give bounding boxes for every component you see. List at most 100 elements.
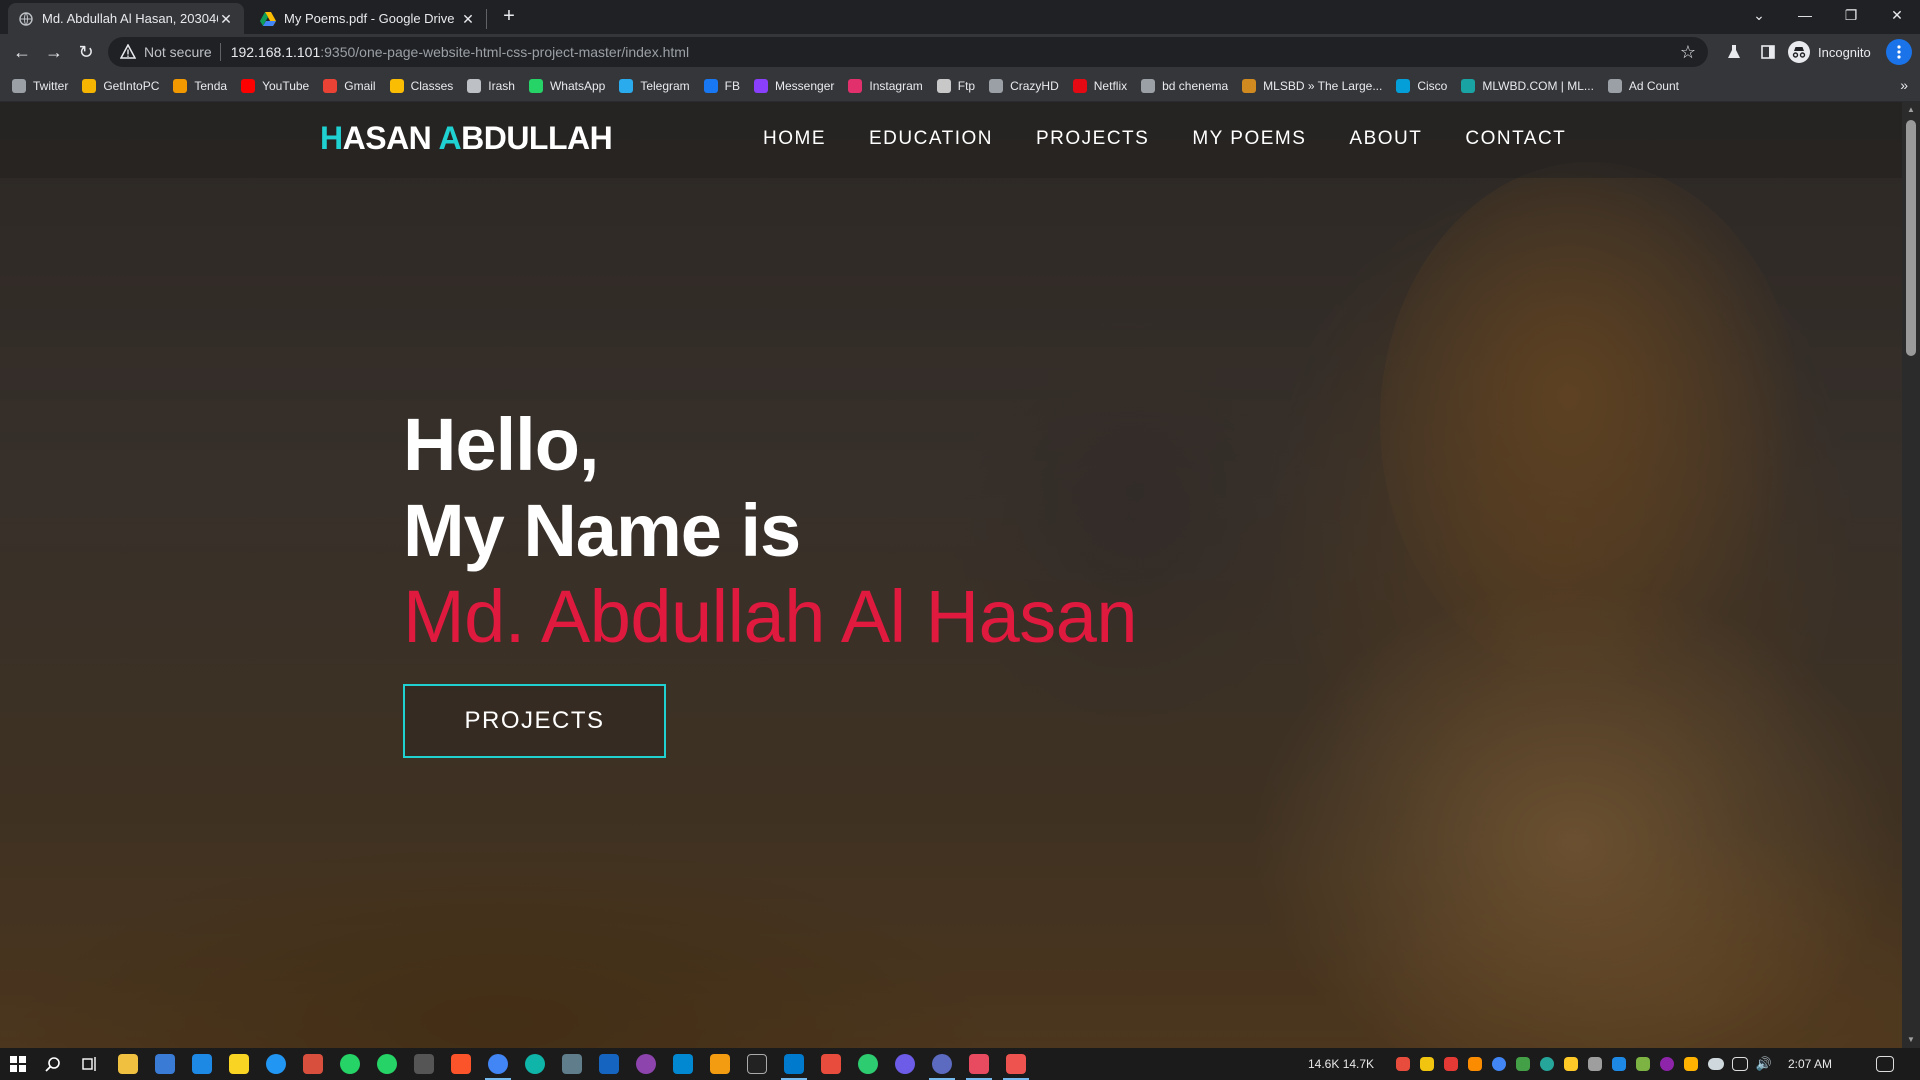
- app-icon-8[interactable]: [1003, 1054, 1029, 1080]
- bookmark-item[interactable]: Ad Count: [1607, 78, 1679, 93]
- bluetooth-icon[interactable]: [1612, 1057, 1626, 1071]
- camera-icon[interactable]: [562, 1054, 582, 1074]
- app-icon-1[interactable]: [303, 1054, 323, 1074]
- nav-home[interactable]: HOME: [763, 128, 826, 150]
- music-icon[interactable]: [636, 1054, 656, 1074]
- bookmark-item[interactable]: WhatsApp: [528, 78, 605, 93]
- tray-icon-9[interactable]: [1660, 1057, 1674, 1071]
- nav-education[interactable]: EDUCATION: [869, 128, 993, 150]
- network-icon[interactable]: [1732, 1057, 1748, 1071]
- github-icon[interactable]: [895, 1054, 915, 1074]
- chrome-icon[interactable]: [485, 1054, 511, 1080]
- bookmark-item[interactable]: MLSBD » The Large...: [1242, 78, 1382, 93]
- bookmark-item[interactable]: MLWBD.COM | ML...: [1461, 78, 1594, 93]
- teamviewer-icon[interactable]: [266, 1054, 286, 1074]
- bookmark-item[interactable]: Classes: [389, 78, 453, 93]
- side-panel-icon[interactable]: [1754, 38, 1782, 66]
- onedrive-icon[interactable]: [1708, 1058, 1724, 1070]
- calculator-icon[interactable]: [414, 1054, 434, 1074]
- tray-icon-7[interactable]: [1564, 1057, 1578, 1071]
- pycharm-icon[interactable]: [747, 1054, 767, 1074]
- more-menu-icon[interactable]: [1886, 39, 1912, 65]
- tray-icon-6[interactable]: [1540, 1057, 1554, 1071]
- git-icon[interactable]: [710, 1054, 730, 1074]
- bookmark-item[interactable]: YouTube: [241, 78, 309, 93]
- bookmark-item[interactable]: Ftp: [936, 78, 975, 93]
- restore-button[interactable]: ❐: [1828, 0, 1874, 30]
- tray-icon-8[interactable]: [1636, 1057, 1650, 1071]
- bookmark-item[interactable]: Cisco: [1396, 78, 1447, 93]
- bookmark-item[interactable]: Messenger: [754, 78, 834, 93]
- mail-icon[interactable]: [192, 1054, 212, 1074]
- bookmarks-overflow-icon[interactable]: »: [1900, 77, 1908, 93]
- address-bar[interactable]: Not secure 192.168.1.101:9350/one-page-w…: [108, 37, 1708, 67]
- close-tab-icon[interactable]: ✕: [218, 11, 234, 27]
- tray-icon-1[interactable]: [1396, 1057, 1410, 1071]
- bookmark-item[interactable]: Twitter: [12, 78, 68, 93]
- security-label[interactable]: Not secure: [144, 44, 212, 60]
- scroll-down-icon[interactable]: ▼: [1902, 1032, 1920, 1048]
- projects-button[interactable]: PROJECTS: [403, 684, 666, 758]
- tray-icon-10[interactable]: [1684, 1057, 1698, 1071]
- bookmark-item[interactable]: CrazyHD: [989, 78, 1059, 93]
- tray-chrome-icon[interactable]: [1492, 1057, 1506, 1071]
- tab-search-icon[interactable]: ⌄: [1736, 0, 1782, 30]
- volume-icon[interactable]: 🔊: [1756, 1056, 1772, 1071]
- nav-my-poems[interactable]: MY POEMS: [1192, 128, 1306, 150]
- store-icon[interactable]: [155, 1054, 175, 1074]
- search-icon[interactable]: [43, 1054, 63, 1074]
- brave-icon[interactable]: [451, 1054, 471, 1074]
- app-icon-7[interactable]: [966, 1054, 992, 1080]
- tray-icon-2[interactable]: [1420, 1057, 1434, 1071]
- bookmark-label: FB: [724, 78, 741, 93]
- bookmark-star-icon[interactable]: ☆: [1680, 42, 1696, 63]
- back-button[interactable]: ←: [8, 38, 36, 66]
- system-clock[interactable]: 2:07 AM: [1788, 1048, 1832, 1080]
- sticky-notes-icon[interactable]: [229, 1054, 249, 1074]
- tab-google-drive[interactable]: My Poems.pdf - Google Drive ✕: [250, 3, 486, 34]
- minimize-button[interactable]: —: [1782, 0, 1828, 30]
- bookmark-item[interactable]: Telegram: [619, 78, 690, 93]
- file-explorer-icon[interactable]: [118, 1054, 138, 1074]
- page-scrollbar[interactable]: ▲ ▼: [1902, 102, 1920, 1048]
- tab-portfolio[interactable]: Md. Abdullah Al Hasan, 2030467 ✕: [8, 3, 244, 34]
- tab-title: My Poems.pdf - Google Drive: [284, 11, 455, 26]
- bookmark-item[interactable]: Netflix: [1072, 78, 1127, 93]
- notification-center-icon[interactable]: [1876, 1056, 1894, 1072]
- labs-flask-icon[interactable]: [1720, 38, 1748, 66]
- new-tab-button[interactable]: +: [498, 5, 520, 27]
- tray-icon-4[interactable]: [1468, 1057, 1482, 1071]
- bookmark-item[interactable]: Gmail: [323, 78, 376, 93]
- incognito-indicator[interactable]: Incognito: [1788, 39, 1871, 65]
- bookmark-item[interactable]: GetIntoPC: [82, 78, 159, 93]
- scrollbar-thumb[interactable]: [1906, 120, 1916, 356]
- app-icon-3[interactable]: [599, 1054, 619, 1074]
- whatsapp-icon[interactable]: [340, 1054, 360, 1074]
- edge-icon[interactable]: [525, 1054, 545, 1074]
- bookmark-item[interactable]: Instagram: [848, 78, 923, 93]
- nav-projects[interactable]: PROJECTS: [1036, 128, 1149, 150]
- vscode-icon[interactable]: [781, 1054, 807, 1080]
- close-tab-icon[interactable]: ✕: [460, 11, 476, 27]
- forward-button[interactable]: →: [40, 38, 68, 66]
- usb-icon[interactable]: [1588, 1057, 1602, 1071]
- bookmark-item[interactable]: FB: [703, 78, 741, 93]
- nav-contact[interactable]: CONTACT: [1465, 128, 1566, 150]
- reload-button[interactable]: ↻: [72, 38, 100, 66]
- bookmark-item[interactable]: bd chenema: [1141, 78, 1228, 93]
- site-logo[interactable]: HASAN ABDULLAH: [320, 120, 613, 157]
- app-icon-4[interactable]: [673, 1054, 693, 1074]
- bookmark-item[interactable]: Irash: [467, 78, 515, 93]
- tray-icon-5[interactable]: [1516, 1057, 1530, 1071]
- whatsapp-business-icon[interactable]: [377, 1054, 397, 1074]
- bookmark-item[interactable]: Tenda: [173, 78, 227, 93]
- office-icon[interactable]: [821, 1054, 841, 1074]
- task-view-icon[interactable]: [80, 1054, 100, 1074]
- tray-icon-3[interactable]: [1444, 1057, 1458, 1071]
- nav-about[interactable]: ABOUT: [1349, 128, 1422, 150]
- app-icon-5[interactable]: [858, 1054, 878, 1074]
- scroll-up-icon[interactable]: ▲: [1902, 102, 1920, 118]
- close-window-button[interactable]: ✕: [1874, 0, 1920, 30]
- app-icon-6[interactable]: [929, 1054, 955, 1080]
- windows-start-icon[interactable]: [8, 1054, 28, 1074]
